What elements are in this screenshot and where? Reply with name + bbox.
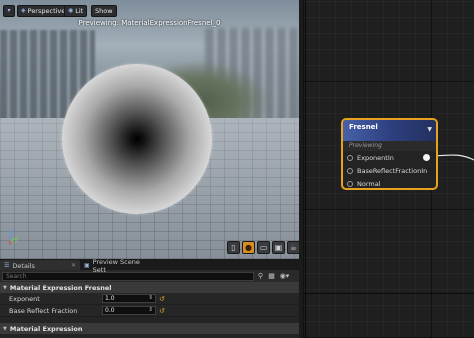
material-editor: Previewing: MaterialExpressionFresnel_0 … (0, 0, 474, 338)
lit-button[interactable]: ◉ Lit (64, 5, 88, 17)
close-icon[interactable]: ✕ (71, 262, 76, 269)
collapse-arrow-icon[interactable]: ▼ (427, 126, 432, 133)
input-pin-label: BaseReflectFractionIn (357, 166, 428, 175)
property-label: Exponent (9, 294, 40, 303)
material-graph[interactable]: Fresnel ▼ Previewing ExponentIn BaseRefl… (303, 0, 474, 338)
section-title: Material Expression Fresnel (9, 283, 112, 292)
base-reflect-fraction-value: 0.0 (105, 307, 115, 314)
input-pin-row[interactable]: BaseReflectFractionIn (343, 164, 436, 177)
section-title: Material Expression (9, 324, 83, 333)
details-tab-bar: ☰ Details ✕ ▣ Preview Scene Sett (0, 258, 299, 274)
cylinder-icon[interactable]: ▯ (227, 241, 240, 254)
tab-preview-scene-settings[interactable]: ▣ Preview Scene Sett (80, 258, 152, 274)
reset-to-default-icon[interactable]: ↺ (159, 307, 165, 315)
show-button[interactable]: Show (91, 5, 117, 17)
plane-icon[interactable]: ▭ (257, 241, 270, 254)
preview-shape-toolbar: ▯ ● ▭ ▣ ☕ (227, 241, 299, 256)
input-pin-row[interactable]: Normal (343, 177, 436, 188)
teapot-icon[interactable]: ☕ (287, 241, 299, 254)
collapse-triangle-icon: ▼ (3, 284, 7, 291)
output-pin-icon[interactable] (423, 154, 430, 161)
axis-z-label: z (9, 229, 13, 236)
details-panel: ☰ Details ✕ ▣ Preview Scene Sett ⚲ ▦ ◉▾ … (0, 258, 299, 338)
input-pin-label: Normal (357, 179, 381, 188)
input-pin-icon[interactable] (347, 167, 353, 174)
property-row-base-reflect-fraction: Base Reflect Fraction 0.0 ⇕ ↺ (0, 305, 299, 317)
exponent-field[interactable]: 1.0 ⇕ (102, 294, 156, 303)
perspective-button[interactable]: ◈ Perspective (17, 5, 70, 17)
preview-viewport[interactable]: Previewing: MaterialExpressionFresnel_0 … (0, 0, 299, 259)
section-header-material-expression-fresnel[interactable]: ▼ Material Expression Fresnel (0, 282, 299, 293)
axis-x-label: x (8, 240, 12, 247)
details-search-input[interactable] (2, 271, 254, 281)
lightbulb-icon: ◉ (68, 7, 74, 14)
perspective-label: Perspective (27, 7, 66, 15)
show-label: Show (95, 7, 113, 15)
previewing-label: Previewing: MaterialExpressionFresnel_0 (78, 19, 221, 27)
tab-details-label: Details (12, 261, 35, 270)
details-search-row: ⚲ ▦ ◉▾ (0, 270, 299, 282)
sphere-icon[interactable]: ● (242, 241, 255, 254)
node-subtitle: Previewing (343, 141, 436, 151)
axis-y-label: y (14, 237, 18, 244)
exponent-value: 1.0 (105, 295, 115, 302)
input-pin-label: ExponentIn (357, 153, 394, 162)
collapse-triangle-icon: ▼ (3, 325, 7, 332)
preview-scene-tab-icon: ▣ (84, 262, 90, 269)
spin-arrows-icon[interactable]: ⇕ (148, 295, 153, 302)
chevron-down-icon: ▾ (7, 7, 11, 14)
eye-icon[interactable]: ◉▾ (278, 272, 291, 281)
details-tab-icon: ☰ (4, 262, 10, 269)
property-label: Base Reflect Fraction (9, 306, 78, 315)
graph-grid-line (305, 0, 306, 338)
reset-to-default-icon[interactable]: ↺ (159, 295, 165, 303)
viewport-options-button[interactable]: ▾ (3, 5, 15, 17)
node-header[interactable]: Fresnel ▼ (343, 120, 436, 141)
fresnel-node[interactable]: Fresnel ▼ Previewing ExponentIn BaseRefl… (341, 118, 438, 190)
input-pin-icon[interactable] (347, 154, 353, 161)
camera-icon: ◈ (21, 7, 26, 14)
tab-details[interactable]: ☰ Details ✕ (0, 260, 80, 270)
preview-sphere (62, 64, 212, 214)
property-row-exponent: Exponent 1.0 ⇕ ↺ (0, 293, 299, 305)
base-reflect-fraction-field[interactable]: 0.0 ⇕ (102, 306, 156, 315)
node-title: Fresnel (349, 123, 378, 131)
input-pin-row[interactable]: ExponentIn (343, 151, 436, 164)
cube-icon[interactable]: ▣ (272, 241, 285, 254)
section-header-material-expression[interactable]: ▼ Material Expression (0, 323, 299, 334)
property-matrix-icon[interactable]: ▦ (267, 272, 276, 281)
spin-arrows-icon[interactable]: ⇕ (148, 307, 153, 314)
graph-grid-line (303, 293, 474, 294)
lit-label: Lit (75, 7, 84, 15)
input-pin-icon[interactable] (347, 180, 353, 187)
search-icon[interactable]: ⚲ (256, 272, 265, 281)
